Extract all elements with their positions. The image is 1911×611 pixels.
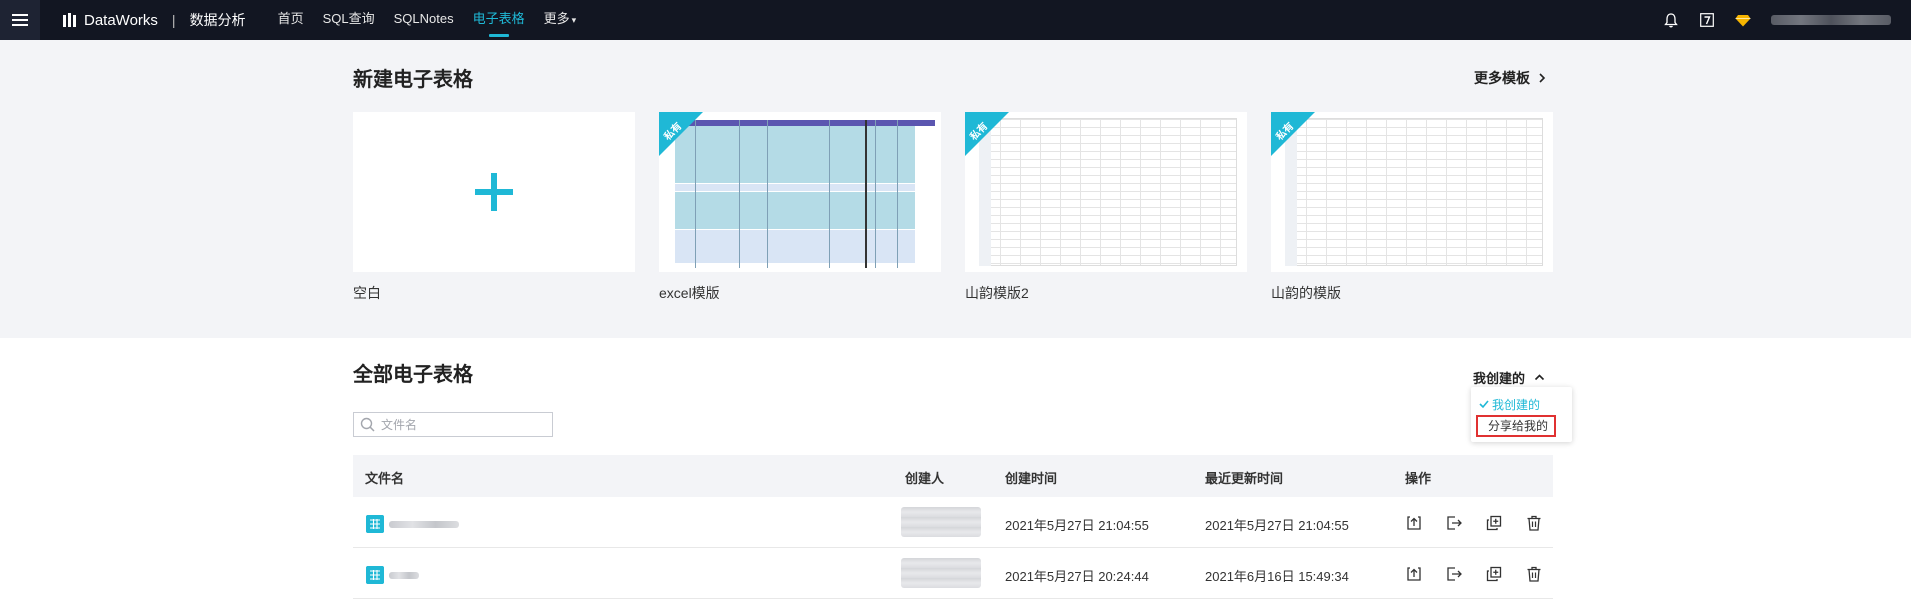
- private-badge-label: 私有: [968, 120, 991, 143]
- column-header-updated-time: 最近更新时间: [1205, 471, 1284, 486]
- template-thumbnail: 私有: [659, 112, 941, 272]
- nav-item-sql-query[interactable]: SQL查询: [323, 0, 375, 40]
- updated-time: 2021年5月27日 21:04:55: [1205, 518, 1349, 533]
- template-thumbnail: [353, 112, 635, 272]
- creator-redacted: [901, 558, 981, 588]
- main-nav: 首页 SQL查询 SQLNotes 电子表格 更多 ▾: [278, 0, 596, 40]
- column-header-creator: 创建人: [905, 471, 945, 486]
- copy-icon[interactable]: [1486, 566, 1502, 582]
- private-ribbon: 私有: [965, 112, 1009, 156]
- sheet-preview: [1285, 118, 1543, 266]
- diamond-icon[interactable]: [1735, 12, 1751, 28]
- nav-item-label: 更多: [543, 11, 570, 26]
- owner-filter-menu: 我创建的 分享给我的: [1471, 387, 1572, 442]
- table-header: 文件名 创建人 创建时间 最近更新时间 操作: [353, 455, 1553, 497]
- nav-item-more[interactable]: 更多 ▾: [544, 0, 577, 40]
- export-icon[interactable]: [1446, 566, 1462, 582]
- spreadsheet-file-icon: [366, 515, 384, 533]
- created-time: 2021年5月27日 20:24:44: [1005, 569, 1149, 584]
- file-name-redacted[interactable]: [389, 521, 459, 528]
- template-label: 山韵的模版: [1271, 285, 1341, 301]
- column-header-created-time: 创建时间: [1005, 471, 1058, 486]
- filter-option-label: 分享给我的: [1488, 419, 1549, 433]
- template-card-blank[interactable]: 空白: [353, 112, 635, 303]
- owner-filter-dropdown[interactable]: 我创建的: [1473, 368, 1545, 387]
- template-card-excel[interactable]: 私有 excel模版: [659, 112, 941, 303]
- all-sheets-title: 全部电子表格: [353, 364, 473, 386]
- filter-option-label: 我创建的: [1492, 398, 1541, 412]
- excel-preview: [675, 120, 935, 268]
- sheets-table: 文件名 创建人 创建时间 最近更新时间 操作 2021年5月27日 21:04:…: [353, 455, 1553, 599]
- private-ribbon: 私有: [1271, 112, 1315, 156]
- nav-item-spreadsheet[interactable]: 电子表格: [473, 0, 525, 40]
- delete-icon[interactable]: [1526, 515, 1542, 531]
- share-icon[interactable]: [1406, 566, 1422, 582]
- top-bar: DataWorks | 数据分析 首页 SQL查询 SQLNotes 电子表格 …: [0, 0, 1911, 40]
- table-row[interactable]: 2021年5月27日 21:04:55 2021年5月27日 21:04:55: [353, 497, 1553, 548]
- brand-separator: |: [171, 12, 176, 28]
- chevron-right-icon: [1539, 73, 1546, 83]
- private-badge-label: 私有: [1274, 120, 1297, 143]
- search-box: [353, 412, 553, 437]
- delete-icon[interactable]: [1526, 566, 1542, 582]
- template-label: 山韵模版2: [965, 285, 1029, 301]
- more-templates-label: 更多模板: [1474, 70, 1530, 86]
- chevron-down-icon: ▾: [571, 15, 577, 25]
- template-thumbnail: 私有: [965, 112, 1247, 272]
- more-templates-link[interactable]: 更多模板: [1474, 68, 1548, 88]
- nav-item-label: SQLNotes: [393, 11, 454, 26]
- spreadsheet-file-icon: [366, 566, 384, 584]
- template-card-shanyun[interactable]: 私有 山韵的模版: [1271, 112, 1553, 303]
- owner-filter-label: 我创建的: [1473, 371, 1526, 386]
- private-badge-label: 私有: [662, 120, 685, 143]
- nav-item-sqlnotes[interactable]: SQLNotes: [394, 0, 454, 40]
- nav-item-label: 电子表格: [472, 11, 525, 26]
- nav-item-label: SQL查询: [322, 11, 375, 26]
- template-thumbnail: 私有: [1271, 112, 1553, 272]
- user-account-name[interactable]: [1771, 15, 1891, 25]
- filter-option-shared-with-me[interactable]: 分享给我的: [1476, 415, 1556, 437]
- template-section-title: 新建电子表格: [353, 69, 473, 91]
- bell-icon[interactable]: [1663, 12, 1679, 28]
- hamburger-menu-button[interactable]: [0, 0, 40, 40]
- creator-redacted: [901, 507, 981, 537]
- column-header-actions: 操作: [1405, 471, 1432, 486]
- created-time: 2021年5月27日 21:04:55: [1005, 518, 1149, 533]
- sheet-preview: [979, 118, 1237, 266]
- help-icon[interactable]: [1699, 12, 1715, 28]
- plus-icon: [475, 173, 513, 211]
- file-name-redacted[interactable]: [389, 572, 419, 579]
- export-icon[interactable]: [1446, 515, 1462, 531]
- template-label: excel模版: [659, 285, 720, 301]
- file-name-search-input[interactable]: [381, 417, 541, 432]
- template-label: 空白: [353, 285, 381, 301]
- check-icon: [1479, 400, 1489, 409]
- search-icon: [360, 417, 375, 432]
- updated-time: 2021年6月16日 15:49:34: [1205, 569, 1349, 584]
- brand[interactable]: DataWorks | 数据分析: [62, 10, 246, 30]
- share-icon[interactable]: [1406, 515, 1422, 531]
- topbar-right: [1663, 0, 1911, 40]
- private-ribbon: 私有: [659, 112, 703, 156]
- table-row[interactable]: 2021年5月27日 20:24:44 2021年6月16日 15:49:34: [353, 548, 1553, 599]
- copy-icon[interactable]: [1486, 515, 1502, 531]
- nav-item-label: 首页: [277, 11, 304, 26]
- nav-item-home[interactable]: 首页: [278, 0, 304, 40]
- module-name: 数据分析: [189, 12, 246, 28]
- hamburger-icon: [12, 14, 28, 26]
- filter-option-created-by-me[interactable]: 我创建的: [1479, 396, 1540, 413]
- template-section: 新建电子表格 更多模板 空白 私有 excel模版 私有 山韵模版2 私有 山韵…: [0, 40, 1911, 338]
- chevron-up-icon: [1534, 374, 1545, 381]
- template-card-shanyun-2[interactable]: 私有 山韵模版2: [965, 112, 1247, 303]
- brand-name: DataWorks: [84, 11, 158, 29]
- column-header-file-name: 文件名: [365, 471, 405, 486]
- dataworks-logo-icon: [63, 13, 76, 27]
